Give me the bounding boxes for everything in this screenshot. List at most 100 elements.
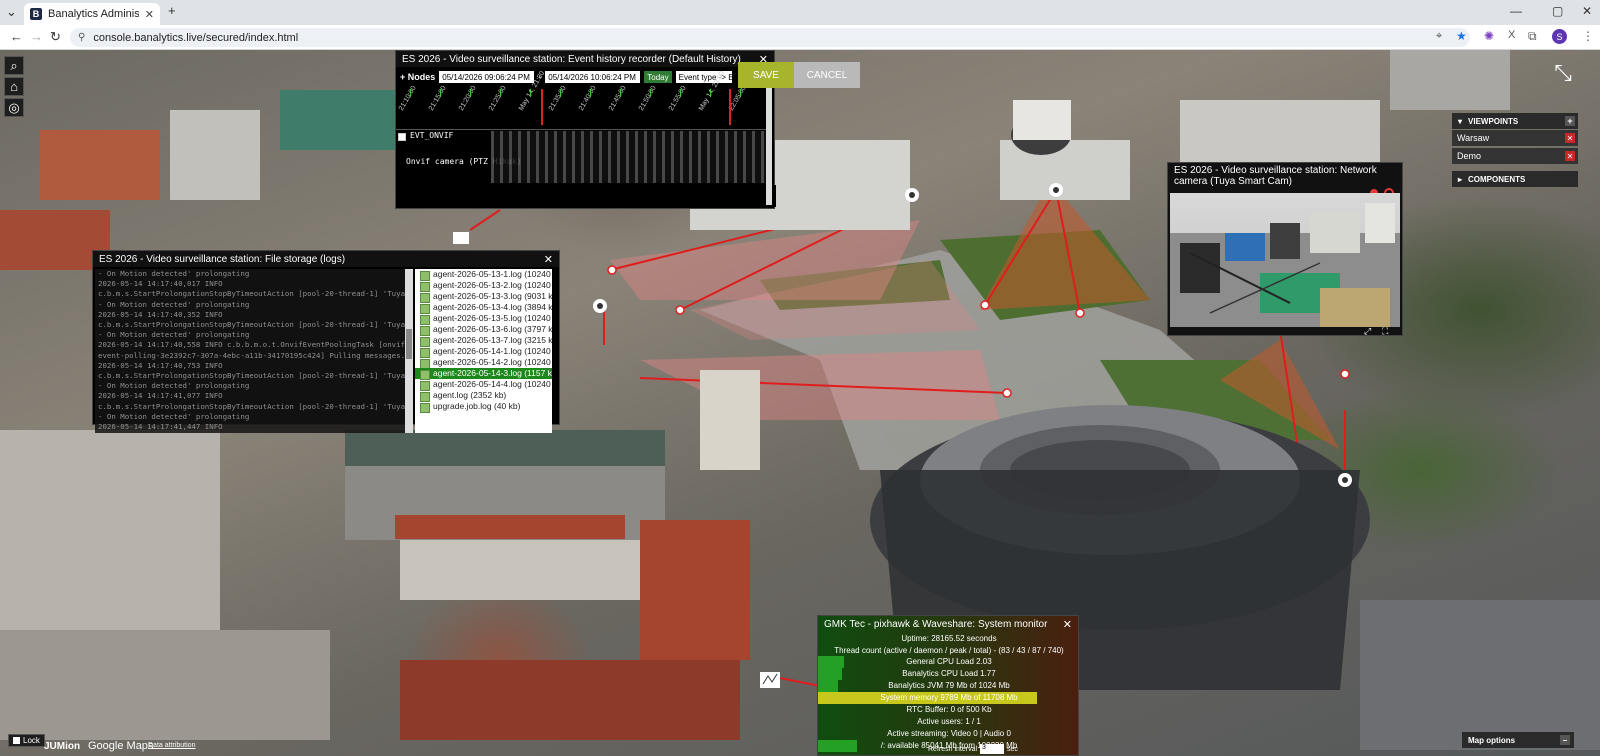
recorder-footer [396,185,776,207]
log-file-list[interactable]: agent-2026-05-13-1.log (10240 kb) agent-2… [415,269,552,433]
reload-icon[interactable]: ↻ [50,29,61,45]
log-file-item[interactable]: agent-2026-05-13-3.log (9031 kb) [415,291,552,303]
timeline-tick-label: 21:35:00 [547,84,568,112]
recorder-scrollbar[interactable] [766,87,772,205]
lock-label: Lock [23,736,40,745]
back-icon[interactable]: ← [10,29,23,44]
evt-onvif-checkbox[interactable] [398,133,406,141]
log-line: 2026-05-14 14:17:40,753 INFO [98,360,223,370]
components-header[interactable]: ▸ COMPONENTS [1452,171,1578,187]
add-nodes-button[interactable]: + Nodes [400,72,435,82]
forward-icon[interactable]: → [30,29,43,44]
nodes-label: Nodes [407,72,436,82]
sysmon-header[interactable]: GMK Tec - pixhawk & Waveshare: System mo… [818,616,1078,632]
collapse-fullscreen-icon[interactable]: ⤡ [1550,60,1576,86]
log-file-item[interactable]: agent-2026-05-13-1.log (10240 kb) [415,269,552,281]
location-icon[interactable]: ⌖ [1436,30,1442,43]
timeline-tick-label: 21:10:00 [397,84,418,112]
log-file-item[interactable]: agent-2026-05-13-7.log (3215 kb) [415,335,552,347]
map-options-label: Map options [1468,735,1516,745]
profile-avatar[interactable]: S [1552,29,1567,44]
new-tab-icon[interactable]: + [168,3,176,18]
globe-icon[interactable]: ◎ [4,98,24,117]
event-recorder-title: ES 2026 - Video surveillance station: Ev… [402,53,741,65]
timeline-tick-mark [680,89,681,97]
timeline-tick-mark [470,89,471,97]
camera-video-feed[interactable] [1170,193,1400,327]
log-line: c.b.m.s.StartProlongationStopByTimeoutAc… [98,432,405,433]
event-recorder-header[interactable]: ES 2026 - Video surveillance station: Ev… [396,51,774,67]
tab-close-icon[interactable]: ✕ [145,8,154,21]
browser-tab[interactable]: B Banalytics Administration Cons ✕ [24,3,160,25]
browser-tab-bar: ⌄ B Banalytics Administration Cons ✕ + —… [0,0,1600,25]
lock-button[interactable]: Lock [8,734,45,747]
extension-icon[interactable]: ✺ [1484,29,1494,43]
minimize-icon[interactable]: — [1510,4,1522,18]
delete-viewpoint-icon[interactable]: ✕ [1565,151,1575,161]
search-icon[interactable]: ⌕ [4,56,24,75]
close-window-icon[interactable]: ✕ [1582,4,1592,18]
viewpoint-item-warsaw[interactable]: Warsaw ✕ [1452,130,1578,146]
date-to-input[interactable]: 05/14/2026 10:06:24 PM [545,71,641,83]
log-file-item[interactable]: agent-2026-05-14-4.log (10240 kb) [415,379,552,391]
timeline-tick-label: 21:55:00 [667,84,688,112]
tab-title: Banalytics Administration Cons [48,8,139,20]
today-button[interactable]: Today [644,71,672,83]
event-timeline-area[interactable] [491,131,766,183]
timeline-marker [541,89,543,125]
date-from-input[interactable]: 05/14/2026 09:06:24 PM [439,71,535,83]
timeline-tick-mark [440,89,441,97]
expand-icon[interactable]: ⤢ [1364,326,1371,337]
event-bars [491,131,766,183]
close-icon[interactable]: ✕ [1063,618,1072,631]
omnibox[interactable]: ⚲ console.banalytics.live/secured/index.… [70,28,1470,47]
log-line: 2026-05-14 14:17:40,352 INFO [98,309,223,319]
timeline-axis: 21:10:00 21:15:00 21:20:00 21:25:00 May 14, … [396,70,771,127]
fullscreen-icon[interactable]: ⛶ [1382,326,1388,337]
data-attribution-link[interactable]: Data attribution [148,742,195,749]
log-file-item[interactable]: agent-2026-05-13-6.log (3797 kb) [415,324,552,336]
log-window-header[interactable]: ES 2026 - Video surveillance station: Fi… [93,251,559,267]
log-file-item[interactable]: agent-2026-05-13-5.log (10240 kb) [415,313,552,325]
refresh-interval-input[interactable]: 3 [980,744,1005,754]
add-viewpoint-icon[interactable]: + [1565,116,1575,126]
timeline-tick-mark [620,89,621,97]
tab-search-icon[interactable]: ⌄ [6,4,17,20]
bookmark-star-icon[interactable]: ★ [1456,29,1467,43]
extensions-puzzle-icon[interactable]: ⧉ [1528,29,1537,44]
log-file-item[interactable]: agent-2026-05-13-4.log (3894 kb) [415,302,552,314]
menu-kebab-icon[interactable]: ⋮ [1582,29,1594,43]
cancel-button[interactable]: CANCEL [794,62,860,88]
favicon-icon: B [30,8,42,20]
log-file-item[interactable]: upgrade.job.log (40 kb) [415,401,552,413]
viewpoint-item-demo[interactable]: Demo ✕ [1452,148,1578,164]
google-maps-logo: Google Maps [88,740,154,752]
sysmon-title: GMK Tec - pixhawk & Waveshare: System mo… [824,618,1048,630]
map-options-toggle-icon[interactable]: – [1560,735,1570,745]
maximize-icon[interactable]: ▢ [1552,4,1563,18]
delete-viewpoint-icon[interactable]: ✕ [1565,133,1575,143]
log-file-item[interactable]: agent.log (2352 kb) [415,390,552,402]
timeline-tick-label: 21:45:00 [607,84,628,112]
log-line: event-polling-3e2392c7-307a-4ebc-a11b-34… [98,350,405,360]
home-icon[interactable]: ⌂ [4,77,24,96]
components-label: COMPONENTS [1468,174,1526,184]
refresh-unit: sec [1007,745,1018,753]
camera-window-header[interactable]: ES 2026 - Video surveillance station: Ne… [1168,163,1402,189]
log-content[interactable]: - On Motion detected' prolongating 2026-0… [95,269,405,433]
viewpoints-header[interactable]: ▾ VIEWPOINTS + [1452,113,1578,129]
refresh-interval-control: Refresh interval 3 sec [928,744,1018,754]
map-options-button[interactable]: Map options – [1462,732,1574,748]
log-scrollbar[interactable] [405,269,413,433]
close-icon[interactable]: ✕ [544,253,553,266]
log-file-item[interactable]: agent-2026-05-13-2.log (10240 kb) [415,280,552,292]
cpu-banalytics-text: Banalytics CPU Load 1.77 [902,669,996,678]
extension-x-icon[interactable]: X [1508,29,1515,41]
log-file-item[interactable]: agent-2026-05-14-3.log (1157 kb) [415,368,552,380]
site-info-icon[interactable]: ⚲ [78,32,85,43]
log-file-item[interactable]: agent-2026-05-14-1.log (10240 kb) [415,346,552,358]
log-file-item[interactable]: agent-2026-05-14-2.log (10240 kb) [415,357,552,369]
log-scroll-thumb[interactable] [406,329,412,359]
save-button[interactable]: SAVE [738,62,794,88]
viewpoints-label: VIEWPOINTS [1468,116,1519,126]
